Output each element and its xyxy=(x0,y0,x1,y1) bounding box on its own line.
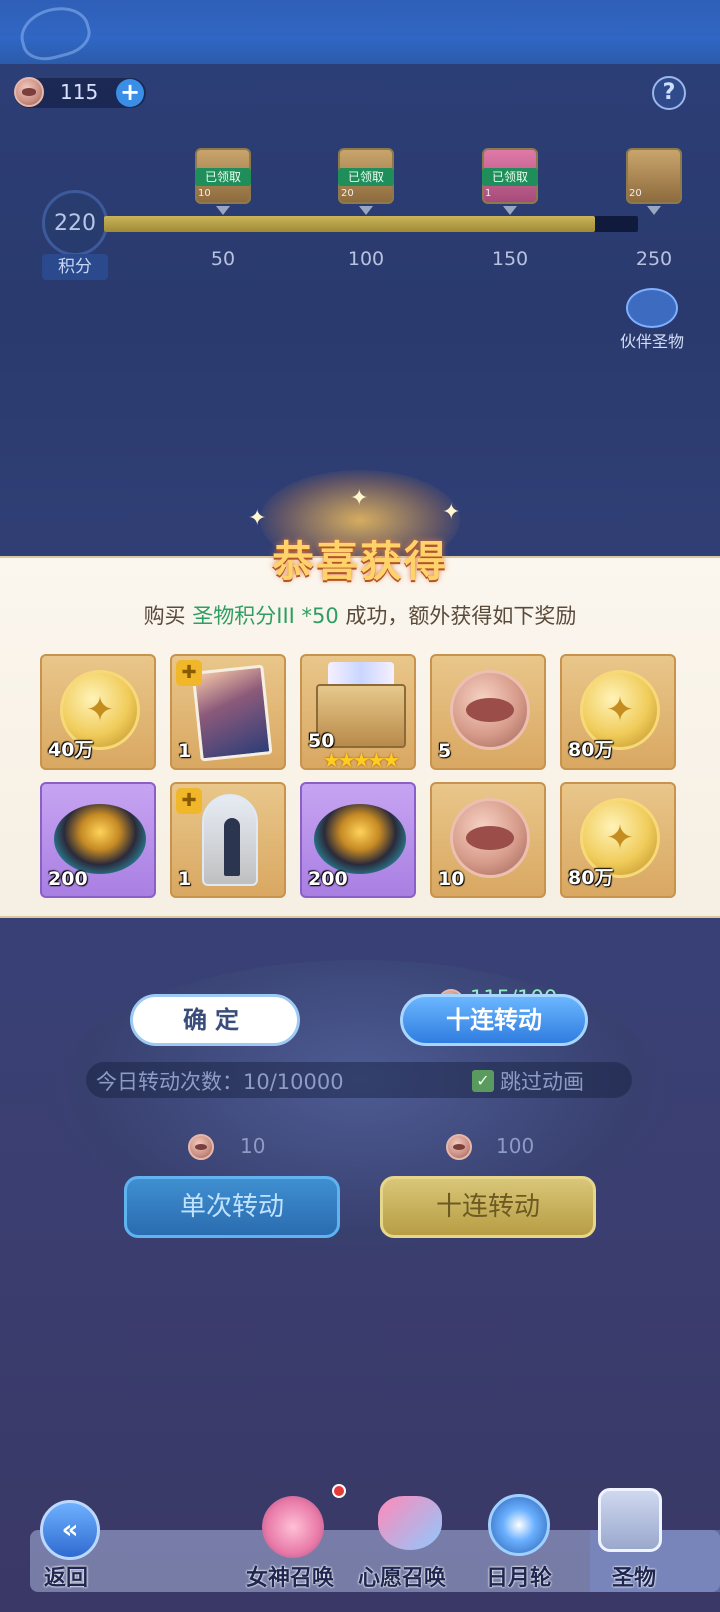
nav-relic[interactable]: 圣物 xyxy=(612,1560,656,1592)
nav-sun-moon-wheel[interactable]: 日月轮 xyxy=(486,1560,552,1592)
skip-animation-checkbox[interactable]: ✓ xyxy=(472,1070,494,1092)
milestone-pointer-icon xyxy=(647,206,661,215)
message-prefix: 购买 xyxy=(143,604,193,628)
lips-coin-icon xyxy=(450,670,530,750)
milestone-pointer-icon xyxy=(503,206,517,215)
book-icon xyxy=(626,288,678,328)
lips-coin-icon xyxy=(188,1134,214,1160)
milestone-pointer-icon xyxy=(216,206,230,215)
milestone-150[interactable]: 已领取 1 xyxy=(482,148,538,215)
reward-item[interactable]: ✚ 1 xyxy=(170,654,286,770)
figurine-dome-icon xyxy=(202,794,258,886)
sparkle-icon: ✦ xyxy=(442,500,461,525)
sparkle-icon: ✦ xyxy=(350,486,369,511)
reward-count: 80万 xyxy=(568,739,614,761)
single-spin-button[interactable]: 单次转动 xyxy=(124,1176,340,1238)
ten-spin-popup-button[interactable]: 十连转动 xyxy=(400,994,588,1046)
milestone-label: 100 xyxy=(347,248,385,270)
milestone-label: 250 xyxy=(635,248,673,270)
reward-item[interactable]: ✦ 80万 xyxy=(560,782,676,898)
claimed-tag: 已领取 xyxy=(195,168,251,186)
claimed-tag: 已领取 xyxy=(482,168,538,186)
nav-back[interactable]: 返回 xyxy=(44,1560,88,1592)
score-value: 220 xyxy=(42,190,108,256)
score-label: 积分 xyxy=(42,254,108,280)
message-item: 圣物积分III *50 xyxy=(192,604,339,628)
reward-count: 200 xyxy=(308,868,348,890)
partner-relic-label: 伙伴圣物 xyxy=(619,332,684,351)
reward-count: 80万 xyxy=(568,867,614,889)
reward-item[interactable]: 10 xyxy=(430,782,546,898)
milestone-count: 10 xyxy=(198,188,211,199)
milestone-50[interactable]: 已领取 10 xyxy=(195,148,251,215)
dialog-message: 购买 圣物积分III *50 成功，额外获得如下奖励 xyxy=(0,600,720,630)
back-arrow-icon[interactable]: « xyxy=(40,1500,100,1560)
single-spin-cost: 10 xyxy=(240,1134,266,1158)
currency-value: 115 xyxy=(60,80,99,104)
reward-item[interactable]: 5 xyxy=(430,654,546,770)
reward-item[interactable]: 50 ★★★★★ xyxy=(300,654,416,772)
nav-wish-summon[interactable]: 心愿召唤 xyxy=(358,1560,446,1592)
reward-item[interactable]: ✦ 40万 xyxy=(40,654,156,770)
dialog-title: 恭喜获得 xyxy=(271,537,448,586)
reward-count: 1 xyxy=(178,740,192,762)
skip-animation-label[interactable]: 跳过动画 xyxy=(500,1066,584,1096)
milestone-100[interactable]: 已领取 20 xyxy=(338,148,394,215)
figurine-icon xyxy=(224,818,240,876)
character-card-icon xyxy=(191,664,273,762)
milestone-count: 20 xyxy=(629,188,642,199)
milestone-label: 150 xyxy=(491,248,529,270)
lips-coin-icon xyxy=(446,1134,472,1160)
goddess-avatar-icon xyxy=(262,1496,324,1558)
claimed-tag: 已领取 xyxy=(338,168,394,186)
star-rating-icon: ★★★★★ xyxy=(322,748,401,772)
relic-icon xyxy=(598,1488,662,1552)
ten-spin-button[interactable]: 十连转动 xyxy=(380,1176,596,1238)
reward-count: 200 xyxy=(48,868,88,890)
sun-moon-wheel-icon xyxy=(488,1494,550,1556)
gold-ore-icon xyxy=(54,804,146,874)
lips-coin-icon xyxy=(450,798,530,878)
reward-count: 5 xyxy=(438,740,452,762)
heart-icon xyxy=(378,1496,442,1550)
reward-count: 40万 xyxy=(48,739,94,761)
notification-dot xyxy=(332,1484,346,1498)
milestone-pointer-icon xyxy=(359,206,373,215)
ten-spin-cost: 100 xyxy=(496,1134,535,1158)
reward-item[interactable]: 200 xyxy=(40,782,156,898)
today-spin-count: 今日转动次数：10/10000 xyxy=(96,1070,344,1094)
partner-relic-button[interactable]: 伙伴圣物 xyxy=(612,288,692,352)
milestone-count: 1 xyxy=(485,188,492,199)
puzzle-piece-icon: ✚ xyxy=(176,660,202,686)
lips-coin-icon xyxy=(14,77,44,107)
puzzle-piece-icon: ✚ xyxy=(176,788,202,814)
reward-item[interactable]: 200 xyxy=(300,782,416,898)
sparkle-icon: ✦ xyxy=(248,506,267,531)
reward-item[interactable]: ✚ 1 xyxy=(170,782,286,898)
milestone-250[interactable]: 20 xyxy=(626,148,682,215)
confirm-button[interactable]: 确定 xyxy=(130,994,300,1046)
milestone-label: 50 xyxy=(210,248,236,270)
add-currency-button[interactable]: + xyxy=(116,79,144,107)
nav-goddess-summon[interactable]: 女神召唤 xyxy=(246,1560,334,1592)
reward-count: 10 xyxy=(438,868,465,890)
milestone-count: 20 xyxy=(341,188,354,199)
score-progress-fill xyxy=(104,216,595,232)
help-button[interactable]: ? xyxy=(652,76,686,110)
gold-ore-icon xyxy=(314,804,406,874)
reward-count: 1 xyxy=(178,868,192,890)
message-suffix: 成功，额外获得如下奖励 xyxy=(338,604,577,628)
top-banner xyxy=(0,0,720,64)
reward-item[interactable]: ✦ 80万 xyxy=(560,654,676,770)
